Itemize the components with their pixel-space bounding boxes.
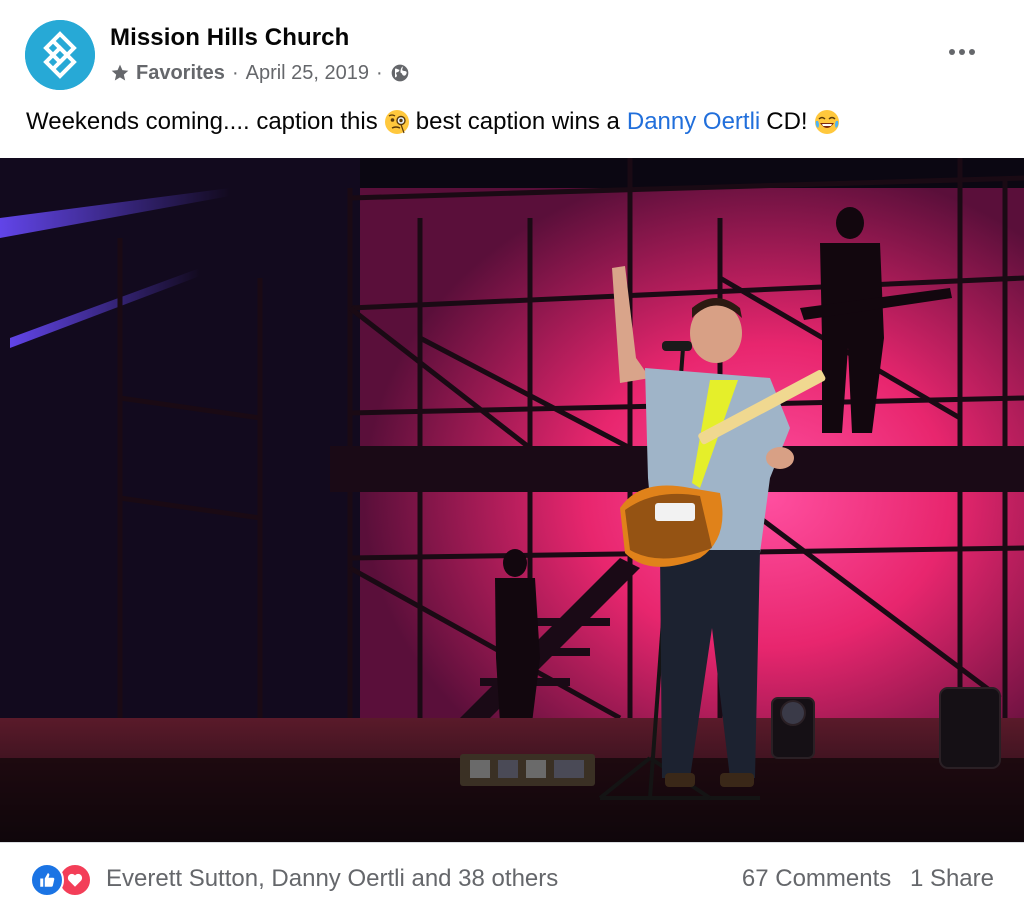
shares-count-link[interactable]: 1 Share bbox=[910, 865, 994, 892]
reaction-icons[interactable] bbox=[30, 863, 96, 897]
post-header: Mission Hills Church Favorites · April 2… bbox=[0, 0, 1024, 100]
love-icon bbox=[67, 873, 83, 887]
page-name[interactable]: Mission Hills Church bbox=[110, 24, 349, 52]
page-avatar[interactable] bbox=[25, 20, 95, 90]
post-meta: Favorites · April 25, 2019 · bbox=[110, 60, 410, 86]
more-options-button[interactable] bbox=[940, 36, 984, 68]
meta-separator: · bbox=[376, 61, 383, 84]
face-with-monocle-emoji-icon bbox=[384, 110, 409, 134]
engagement-counts: 67 Comments 1 Share bbox=[742, 865, 994, 893]
mention-link[interactable]: Danny Oertli bbox=[627, 108, 760, 136]
post-photo[interactable] bbox=[0, 158, 1024, 842]
like-icon bbox=[40, 873, 55, 887]
audience-label[interactable]: Favorites bbox=[136, 62, 225, 85]
caption-text: best caption wins a bbox=[415, 108, 620, 135]
comments-count-link[interactable]: 67 Comments bbox=[742, 865, 891, 892]
more-horizontal-icon bbox=[949, 49, 975, 55]
post-caption: Weekends coming.... caption this best ca… bbox=[26, 106, 846, 138]
stage-photo-illustration bbox=[0, 158, 1024, 842]
globe-icon bbox=[391, 64, 409, 82]
caption-text: Weekends coming.... caption this bbox=[26, 108, 378, 135]
tears-of-joy-emoji-icon bbox=[814, 110, 839, 134]
reactors-summary[interactable]: Everett Sutton, Danny Oertli and 38 othe… bbox=[106, 865, 558, 893]
church-logo-icon bbox=[25, 20, 95, 90]
post-footer: Everett Sutton, Danny Oertli and 38 othe… bbox=[0, 843, 1024, 915]
caption-text: CD! bbox=[766, 108, 808, 135]
post-date[interactable]: April 25, 2019 bbox=[246, 62, 369, 85]
like-reaction bbox=[30, 863, 64, 897]
star-icon bbox=[111, 64, 129, 81]
meta-separator: · bbox=[231, 61, 239, 84]
